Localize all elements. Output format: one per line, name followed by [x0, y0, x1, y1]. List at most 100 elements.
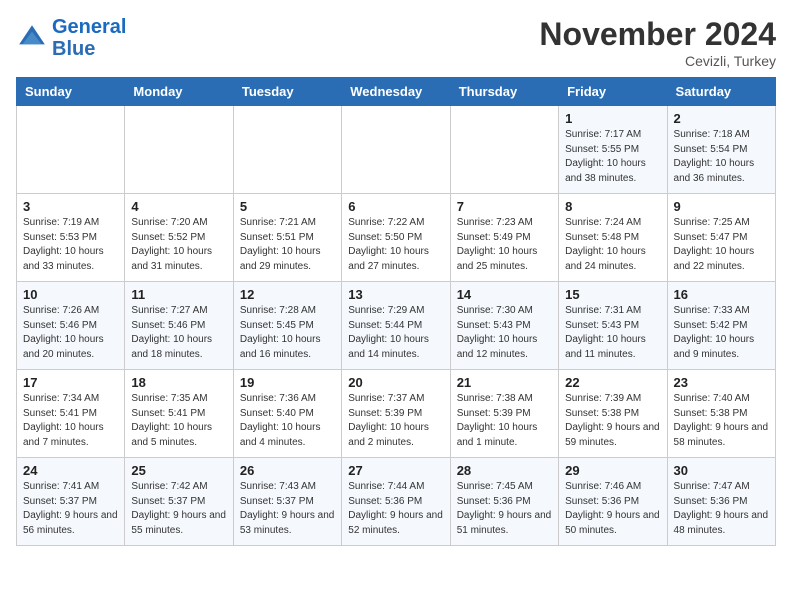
day-info: Sunrise: 7:39 AM Sunset: 5:38 PM Dayligh… — [565, 392, 660, 450]
week-row-3: 10 Sunrise: 7:26 AM Sunset: 5:46 PM Dayli… — [17, 282, 776, 370]
day-info: Sunrise: 7:26 AM Sunset: 5:46 PM Dayligh… — [23, 304, 118, 362]
day-info: Sunrise: 7:24 AM Sunset: 5:48 PM Dayligh… — [565, 216, 660, 274]
location: Cevizli, Turkey — [539, 53, 776, 69]
day-number: 12 — [240, 287, 335, 302]
day-info: Sunrise: 7:25 AM Sunset: 5:47 PM Dayligh… — [674, 216, 769, 274]
calendar-cell: 9 Sunrise: 7:25 AM Sunset: 5:47 PM Daylig… — [667, 194, 775, 282]
week-row-4: 17 Sunrise: 7:34 AM Sunset: 5:41 PM Dayli… — [17, 370, 776, 458]
day-info: Sunrise: 7:28 AM Sunset: 5:45 PM Dayligh… — [240, 304, 335, 362]
calendar-cell: 6 Sunrise: 7:22 AM Sunset: 5:50 PM Daylig… — [342, 194, 450, 282]
calendar-cell: 11 Sunrise: 7:27 AM Sunset: 5:46 PM Dayli… — [125, 282, 233, 370]
day-info: Sunrise: 7:40 AM Sunset: 5:38 PM Dayligh… — [674, 392, 769, 450]
day-info: Sunrise: 7:19 AM Sunset: 5:53 PM Dayligh… — [23, 216, 118, 274]
calendar-cell: 10 Sunrise: 7:26 AM Sunset: 5:46 PM Dayli… — [17, 282, 125, 370]
calendar-cell: 7 Sunrise: 7:23 AM Sunset: 5:49 PM Daylig… — [450, 194, 558, 282]
day-number: 25 — [131, 463, 226, 478]
day-info: Sunrise: 7:29 AM Sunset: 5:44 PM Dayligh… — [348, 304, 443, 362]
calendar-cell — [17, 106, 125, 194]
day-info: Sunrise: 7:22 AM Sunset: 5:50 PM Dayligh… — [348, 216, 443, 274]
logo-line2: Blue — [52, 38, 95, 60]
calendar-cell: 30Sunrise: 7:47 AM Sunset: 5:36 PM Dayli… — [667, 458, 775, 546]
week-row-2: 3 Sunrise: 7:19 AM Sunset: 5:53 PM Daylig… — [17, 194, 776, 282]
day-number: 21 — [457, 375, 552, 390]
day-number: 17 — [23, 375, 118, 390]
day-number: 2 — [674, 111, 769, 126]
day-info: Sunrise: 7:31 AM Sunset: 5:43 PM Dayligh… — [565, 304, 660, 362]
col-header-saturday: Saturday — [667, 78, 775, 106]
calendar-cell: 13 Sunrise: 7:29 AM Sunset: 5:44 PM Dayli… — [342, 282, 450, 370]
calendar-cell: 14Sunrise: 7:30 AM Sunset: 5:43 PM Dayli… — [450, 282, 558, 370]
col-header-friday: Friday — [559, 78, 667, 106]
logo: General Blue — [16, 16, 126, 60]
calendar-cell: 2 Sunrise: 7:18 AM Sunset: 5:54 PM Daylig… — [667, 106, 775, 194]
day-number: 15 — [565, 287, 660, 302]
day-info: Sunrise: 7:41 AM Sunset: 5:37 PM Dayligh… — [23, 480, 118, 538]
day-number: 7 — [457, 199, 552, 214]
day-number: 6 — [348, 199, 443, 214]
calendar-cell: 21 Sunrise: 7:38 AM Sunset: 5:39 PM Dayli… — [450, 370, 558, 458]
week-row-5: 24 Sunrise: 7:41 AM Sunset: 5:37 PM Dayli… — [17, 458, 776, 546]
calendar-cell: 4Sunrise: 7:20 AM Sunset: 5:52 PM Daylig… — [125, 194, 233, 282]
calendar-cell: 23 Sunrise: 7:40 AM Sunset: 5:38 PM Dayli… — [667, 370, 775, 458]
day-number: 23 — [674, 375, 769, 390]
calendar-cell: 5Sunrise: 7:21 AM Sunset: 5:51 PM Daylig… — [233, 194, 341, 282]
calendar-cell: 3 Sunrise: 7:19 AM Sunset: 5:53 PM Daylig… — [17, 194, 125, 282]
calendar-header-row: SundayMondayTuesdayWednesdayThursdayFrid… — [17, 78, 776, 106]
day-info: Sunrise: 7:38 AM Sunset: 5:39 PM Dayligh… — [457, 392, 552, 450]
calendar-cell: 1 Sunrise: 7:17 AM Sunset: 5:55 PM Daylig… — [559, 106, 667, 194]
day-number: 5 — [240, 199, 335, 214]
calendar-table: SundayMondayTuesdayWednesdayThursdayFrid… — [16, 77, 776, 546]
day-number: 24 — [23, 463, 118, 478]
calendar-cell: 25 Sunrise: 7:42 AM Sunset: 5:37 PM Dayli… — [125, 458, 233, 546]
day-number: 10 — [23, 287, 118, 302]
day-info: Sunrise: 7:35 AM Sunset: 5:41 PM Dayligh… — [131, 392, 226, 450]
calendar-cell: 28 Sunrise: 7:45 AM Sunset: 5:36 PM Dayli… — [450, 458, 558, 546]
col-header-tuesday: Tuesday — [233, 78, 341, 106]
day-info: Sunrise: 7:36 AM Sunset: 5:40 PM Dayligh… — [240, 392, 335, 450]
day-info: Sunrise: 7:45 AM Sunset: 5:36 PM Dayligh… — [457, 480, 552, 538]
calendar-cell: 29Sunrise: 7:46 AM Sunset: 5:36 PM Dayli… — [559, 458, 667, 546]
calendar-cell — [342, 106, 450, 194]
day-number: 27 — [348, 463, 443, 478]
calendar-cell: 20Sunrise: 7:37 AM Sunset: 5:39 PM Dayli… — [342, 370, 450, 458]
day-info: Sunrise: 7:42 AM Sunset: 5:37 PM Dayligh… — [131, 480, 226, 538]
day-number: 28 — [457, 463, 552, 478]
col-header-sunday: Sunday — [17, 78, 125, 106]
logo-text: General Blue — [52, 16, 126, 60]
month-title: November 2024 — [539, 16, 776, 53]
day-number: 3 — [23, 199, 118, 214]
day-info: Sunrise: 7:34 AM Sunset: 5:41 PM Dayligh… — [23, 392, 118, 450]
day-number: 11 — [131, 287, 226, 302]
day-info: Sunrise: 7:33 AM Sunset: 5:42 PM Dayligh… — [674, 304, 769, 362]
page-header: General Blue November 2024 Cevizli, Turk… — [16, 16, 776, 69]
day-number: 26 — [240, 463, 335, 478]
day-info: Sunrise: 7:47 AM Sunset: 5:36 PM Dayligh… — [674, 480, 769, 538]
day-number: 9 — [674, 199, 769, 214]
day-number: 4 — [131, 199, 226, 214]
col-header-monday: Monday — [125, 78, 233, 106]
day-info: Sunrise: 7:23 AM Sunset: 5:49 PM Dayligh… — [457, 216, 552, 274]
col-header-thursday: Thursday — [450, 78, 558, 106]
calendar-cell: 19Sunrise: 7:36 AM Sunset: 5:40 PM Dayli… — [233, 370, 341, 458]
logo-icon — [16, 22, 48, 54]
day-number: 29 — [565, 463, 660, 478]
day-number: 22 — [565, 375, 660, 390]
calendar-cell — [450, 106, 558, 194]
day-number: 13 — [348, 287, 443, 302]
logo-line1: General — [52, 16, 126, 38]
calendar-cell: 26 Sunrise: 7:43 AM Sunset: 5:37 PM Dayli… — [233, 458, 341, 546]
day-number: 1 — [565, 111, 660, 126]
day-info: Sunrise: 7:27 AM Sunset: 5:46 PM Dayligh… — [131, 304, 226, 362]
calendar-cell — [125, 106, 233, 194]
day-info: Sunrise: 7:17 AM Sunset: 5:55 PM Dayligh… — [565, 128, 660, 186]
calendar-cell: 8Sunrise: 7:24 AM Sunset: 5:48 PM Daylig… — [559, 194, 667, 282]
col-header-wednesday: Wednesday — [342, 78, 450, 106]
day-info: Sunrise: 7:30 AM Sunset: 5:43 PM Dayligh… — [457, 304, 552, 362]
day-info: Sunrise: 7:43 AM Sunset: 5:37 PM Dayligh… — [240, 480, 335, 538]
calendar-cell: 22 Sunrise: 7:39 AM Sunset: 5:38 PM Dayli… — [559, 370, 667, 458]
calendar-cell: 15 Sunrise: 7:31 AM Sunset: 5:43 PM Dayli… — [559, 282, 667, 370]
day-number: 18 — [131, 375, 226, 390]
calendar-cell — [233, 106, 341, 194]
day-info: Sunrise: 7:18 AM Sunset: 5:54 PM Dayligh… — [674, 128, 769, 186]
calendar-cell: 17 Sunrise: 7:34 AM Sunset: 5:41 PM Dayli… — [17, 370, 125, 458]
